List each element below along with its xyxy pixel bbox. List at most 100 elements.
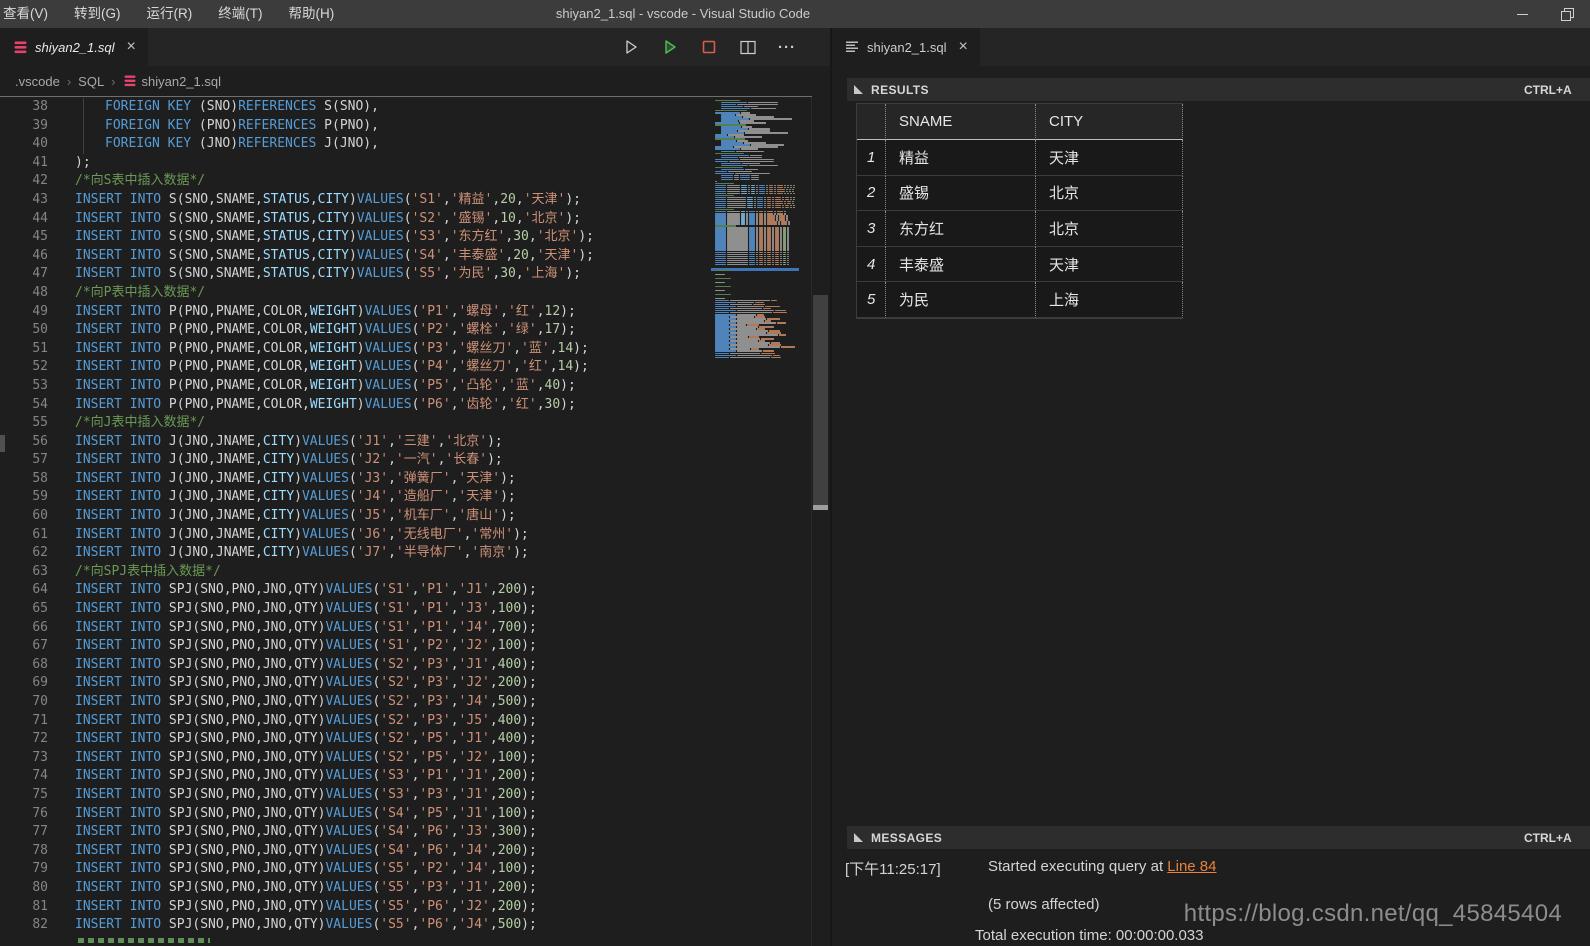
minimap-line: [783, 262, 786, 263]
code-token: REFERENCES: [238, 117, 316, 136]
code-token: 'S1': [380, 637, 411, 656]
minimap-line: [780, 249, 782, 250]
menu-item-2[interactable]: 运行(R): [134, 0, 206, 28]
code-token: STATUS: [263, 191, 310, 210]
scrollbar-thumb[interactable]: [813, 295, 828, 508]
database-file-icon: [124, 75, 136, 87]
menu-item-1[interactable]: 转到(G): [61, 0, 134, 28]
code-token: ,: [412, 879, 420, 898]
breadcrumb-folder[interactable]: .vscode: [15, 74, 60, 89]
code-token: (: [372, 600, 380, 619]
code-token: /*向P表中插入数据*/: [75, 284, 205, 303]
menu-item-0[interactable]: 查看(V): [0, 0, 61, 28]
close-icon[interactable]: ×: [957, 39, 970, 55]
city-cell[interactable]: 天津: [1035, 247, 1183, 283]
minimap-line: [773, 355, 780, 356]
code-token: STATUS: [263, 265, 310, 284]
panel-tab-shiyan2-1-sql[interactable]: shiyan2_1.sql ×: [832, 28, 980, 66]
code-token: (: [412, 396, 420, 415]
minimap[interactable]: [711, 97, 799, 946]
breadcrumb-folder[interactable]: SQL: [78, 74, 104, 89]
code-token: 'S4': [380, 823, 411, 842]
city-cell[interactable]: 北京: [1035, 211, 1183, 247]
code-token: ,: [451, 358, 459, 377]
stop-icon[interactable]: [700, 38, 718, 56]
run-file-icon[interactable]: [661, 38, 679, 56]
table-row[interactable]: 4丰泰盛天津: [857, 247, 1183, 283]
code-token: SPJ(SNO,PNO,JNO,QTY): [161, 823, 325, 842]
code-token: ,: [490, 730, 498, 749]
results-section-header[interactable]: RESULTS CTRL+A: [847, 78, 1590, 101]
messages-section-header[interactable]: MESSAGES CTRL+A: [847, 826, 1590, 849]
sname-cell[interactable]: 丰泰盛: [885, 247, 1035, 283]
split-editor-icon[interactable]: [739, 38, 757, 56]
minimap-line: [771, 300, 777, 301]
sname-cell[interactable]: 盛锡: [885, 176, 1035, 212]
minimap-line: [721, 157, 738, 158]
menu-item-3[interactable]: 终端(T): [205, 0, 275, 28]
restore-button[interactable]: [1545, 0, 1590, 28]
minimap-line: [777, 322, 786, 323]
code-token: VALUES: [357, 191, 404, 210]
code-token: ,: [451, 581, 459, 600]
table-row[interactable]: 3东方红北京: [857, 211, 1183, 247]
code-editor[interactable]: 38FOREIGN KEY (SNO)REFERENCES S(SNO),39F…: [0, 97, 830, 946]
minimap-line: [715, 181, 717, 182]
code-token: (: [372, 916, 380, 935]
row-number-cell: 5: [857, 282, 885, 318]
line-number: 79: [0, 860, 48, 879]
code-line: 48/*向P表中插入数据*/: [0, 284, 712, 303]
table-row[interactable]: 1精益天津: [857, 140, 1183, 176]
line-number: 49: [0, 303, 48, 322]
column-header-city[interactable]: CITY: [1035, 104, 1183, 140]
code-token: (: [372, 619, 380, 638]
close-icon[interactable]: ×: [125, 39, 138, 55]
sname-cell[interactable]: 东方红: [885, 211, 1035, 247]
code-token: );: [573, 340, 589, 359]
code-token: INSERT INTO: [75, 210, 161, 229]
collapse-triangle-icon: [854, 833, 863, 842]
corner-cell: [857, 104, 885, 140]
code-token: (: [349, 433, 357, 452]
minimap-line: [735, 173, 770, 174]
code-token: 100: [498, 600, 521, 619]
code-token: '蓝': [521, 340, 550, 359]
code-line: 43INSERT INTO S(SNO,SNAME,STATUS,CITY)VA…: [0, 191, 712, 210]
code-token: 'S3': [380, 786, 411, 805]
city-cell[interactable]: 北京: [1035, 176, 1183, 212]
sname-cell[interactable]: 为民: [885, 282, 1035, 318]
minimap-line: [734, 177, 739, 178]
city-cell[interactable]: 天津: [1035, 140, 1183, 176]
line-number: 44: [0, 210, 48, 229]
code-line: 58INSERT INTO J(JNO,JNAME,CITY)VALUES('J…: [0, 470, 712, 489]
line-84-link[interactable]: Line 84: [1167, 858, 1216, 875]
code-token: CITY: [318, 247, 349, 266]
code-token: ,: [412, 693, 420, 712]
minimap-line: [715, 161, 728, 162]
column-header-sname[interactable]: SNAME: [885, 104, 1035, 140]
table-row[interactable]: 5为民上海: [857, 282, 1183, 318]
code-token: ,: [490, 656, 498, 675]
minimap-line: [783, 264, 786, 265]
city-cell[interactable]: 上海: [1035, 282, 1183, 318]
editor-scrollbar[interactable]: [811, 97, 829, 946]
tab-shiyan2-1-sql[interactable]: shiyan2_1.sql ×: [0, 28, 148, 66]
menu-item-4[interactable]: 帮助(H): [276, 0, 348, 28]
minimap-line: [787, 249, 789, 250]
more-actions-icon[interactable]: ···: [778, 38, 796, 56]
code-token: ,: [490, 712, 498, 731]
minimap-line: [749, 249, 755, 250]
minimize-button[interactable]: [1500, 0, 1545, 28]
minimap-line: [764, 264, 766, 265]
code-token: 'P1': [419, 581, 450, 600]
line-number: 47: [0, 265, 48, 284]
sname-cell[interactable]: 精益: [885, 140, 1035, 176]
code-token: VALUES: [302, 526, 349, 545]
minimap-line: [756, 193, 758, 194]
table-row[interactable]: 2盛锡北京: [857, 176, 1183, 212]
breadcrumb-file[interactable]: shiyan2_1.sql: [142, 74, 222, 89]
run-query-icon[interactable]: [622, 38, 640, 56]
code-token: '一汽': [396, 451, 438, 470]
code-token: '蓝': [508, 377, 537, 396]
code-token: );: [521, 823, 537, 842]
